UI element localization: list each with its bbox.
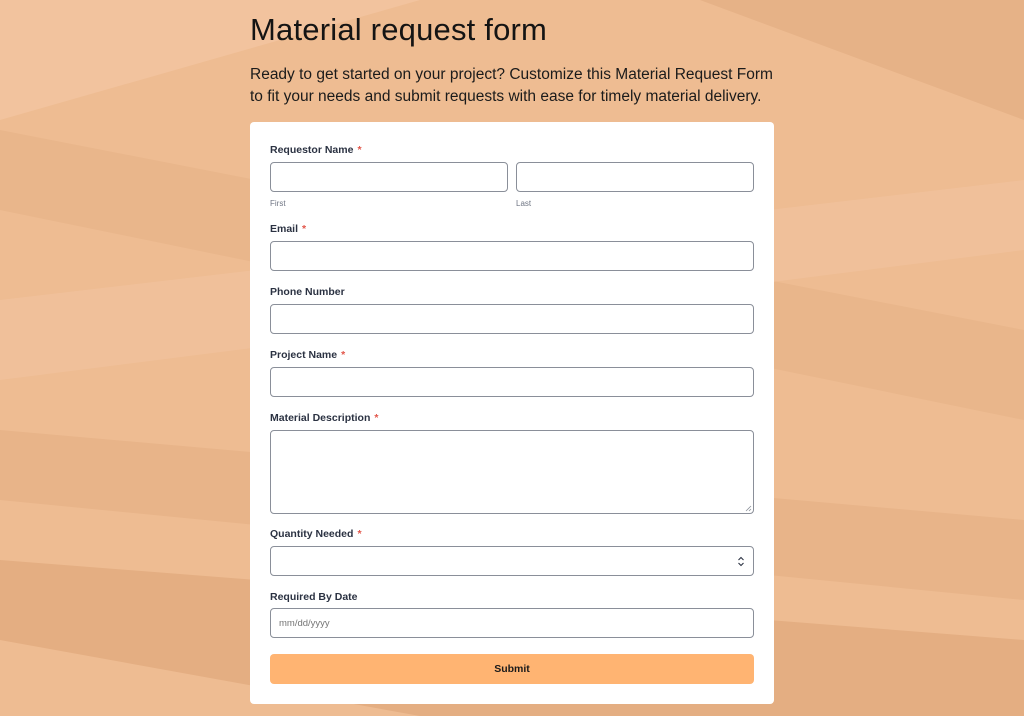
page-title: Material request form	[250, 12, 548, 47]
material-description-textarea[interactable]	[270, 430, 754, 514]
resize-handle-icon[interactable]	[744, 504, 752, 512]
required-by-date-label: Required By Date	[270, 591, 358, 603]
first-name-sublabel: First	[270, 199, 286, 208]
material-description-label: Material Description *	[270, 412, 378, 424]
required-mark: *	[341, 349, 346, 361]
material-request-form: Requestor Name * First Last Email * Phone …	[250, 122, 774, 704]
last-name-input[interactable]	[516, 162, 754, 192]
requestor-name-label: Requestor Name *	[270, 144, 362, 156]
quantity-label: Quantity Needed *	[270, 528, 362, 540]
page-intro: Ready to get started on your project? Cu…	[250, 66, 773, 105]
required-by-date-input[interactable]	[270, 608, 754, 638]
email-input[interactable]	[270, 241, 754, 271]
project-name-input[interactable]	[270, 367, 754, 397]
project-name-label-text: Project Name	[270, 349, 338, 361]
required-mark: *	[357, 528, 362, 540]
first-name-input[interactable]	[270, 162, 508, 192]
project-name-label: Project Name *	[270, 349, 345, 361]
required-mark: *	[302, 223, 307, 235]
required-mark: *	[374, 412, 379, 424]
quantity-stepper[interactable]	[270, 546, 754, 576]
email-label: Email *	[270, 223, 306, 235]
required-by-date-label-text: Required By Date	[270, 591, 358, 603]
email-label-text: Email	[270, 223, 299, 235]
stepper-updown-icon[interactable]	[737, 555, 745, 568]
material-description-label-text: Material Description	[270, 412, 371, 424]
last-name-sublabel: Last	[516, 199, 532, 208]
phone-label: Phone Number	[270, 286, 345, 298]
quantity-label-text: Quantity Needed	[270, 528, 354, 540]
phone-input[interactable]	[270, 304, 754, 334]
requestor-name-label-text: Requestor Name	[270, 144, 354, 156]
submit-button[interactable]: Submit	[270, 654, 754, 684]
phone-label-text: Phone Number	[270, 286, 345, 298]
required-mark: *	[357, 144, 362, 156]
